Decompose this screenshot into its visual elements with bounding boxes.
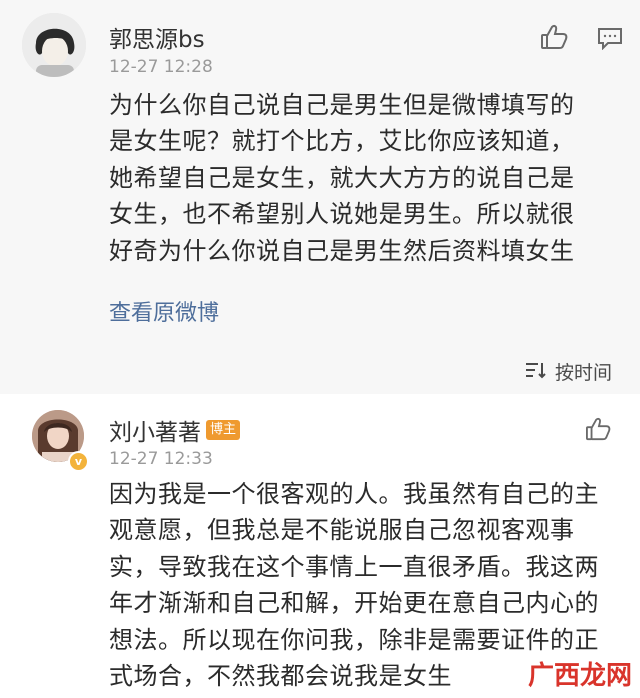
comment-line: 女生，也不希望别人说她是男生。所以就很: [109, 200, 575, 229]
reply-line: 想法。所以现在你问我，除非是需要证件的正: [109, 625, 599, 654]
sort-icon[interactable]: [525, 361, 547, 383]
view-original-weibo-link[interactable]: 查看原微博: [109, 295, 219, 327]
comment-text: 为什么你自己说自己是男生但是微博填写的 是女生呢？就打个比方，艾比你应该知道， …: [109, 87, 575, 269]
site-watermark: 广西龙网: [527, 661, 632, 691]
reply-card: v 刘小著著 博主 12-27 12:33 因为我是一个很客观的人。我虽然有自己…: [0, 394, 640, 698]
thumbs-up-icon[interactable]: [540, 24, 568, 54]
author-badge: 博主: [206, 420, 241, 440]
original-comment-card: 郭思源bs 12-27 12:28 为什么你自己说自己是男生但是微博填写的 是女…: [0, 0, 640, 345]
reply-line: 式场合，不然我都会说我是女生: [109, 662, 452, 691]
comment-icon[interactable]: [597, 26, 623, 54]
reply-text: 因为我是一个很客观的人。我虽然有自己的主 观意愿，但我总是不能说服自己忽视客观事…: [109, 476, 599, 694]
verified-badge: v: [68, 451, 89, 472]
comment-line: 好奇为什么你说自己是男生然后资料填女生: [109, 236, 575, 265]
commenter-name[interactable]: 郭思源bs: [109, 20, 205, 54]
comment-line: 是女生呢？就打个比方，艾比你应该知道，: [109, 127, 575, 156]
sort-bar: 按时间: [0, 345, 640, 394]
comment-line: 她希望自己是女生，就大大方方的说自己是: [109, 163, 575, 192]
reply-line: 因为我是一个很客观的人。我虽然有自己的主: [109, 480, 599, 508]
commenter-avatar[interactable]: [22, 13, 86, 77]
sort-by-time-button[interactable]: 按时间: [555, 358, 612, 385]
reply-timestamp: 12-27 12:33: [109, 449, 213, 469]
comment-timestamp: 12-27 12:28: [109, 57, 213, 77]
reply-line: 观意愿，但我总是不能说服自己忽视客观事: [109, 516, 575, 545]
comment-line: 为什么你自己说自己是男生但是微博填写的: [109, 91, 575, 119]
reply-line: 实，导致我在这个事情上一直很矛盾。我这两: [109, 552, 599, 581]
replier-name[interactable]: 刘小著著: [109, 413, 201, 447]
reply-line: 年才渐渐和自己和解，开始更在意自己内心的: [109, 589, 599, 618]
thumbs-up-icon[interactable]: [585, 417, 611, 445]
